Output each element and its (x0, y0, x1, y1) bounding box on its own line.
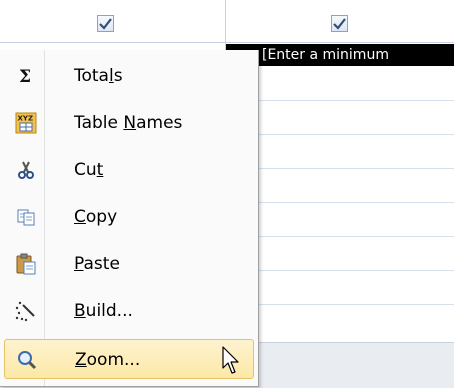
menu-label: uild... (85, 301, 133, 321)
grid-row-line (226, 134, 454, 135)
menu-item-totals[interactable]: Σ Totals (4, 56, 254, 96)
criteria-cell-selected[interactable]: [Enter a minimum (226, 44, 454, 66)
menu-item-table-names[interactable]: XYZ Table Names (4, 103, 254, 143)
grid-row-line (226, 236, 454, 237)
mouse-pointer-icon (222, 346, 239, 374)
show-checkbox-row (0, 0, 454, 43)
menu-item-build[interactable]: Build... (4, 291, 254, 331)
copy-icon (14, 205, 38, 229)
menu-label: s (113, 66, 123, 86)
grid-row-line (226, 304, 454, 305)
menu-item-copy[interactable]: Copy (4, 197, 254, 237)
scissors-icon (14, 158, 38, 182)
menu-accelerator: N (123, 113, 137, 133)
grid-row-line (226, 202, 454, 203)
checkmark-icon (333, 17, 346, 30)
menu-item-cut[interactable]: Cut (4, 150, 254, 190)
menu-label: aste (83, 254, 120, 274)
menu-accelerator: C (74, 207, 86, 227)
table-names-icon: XYZ (14, 111, 38, 135)
menu-accelerator: B (74, 301, 86, 321)
grid-row-line (226, 100, 454, 101)
menu-label: opy (85, 207, 118, 227)
menu-accelerator: Z (75, 350, 87, 370)
menu-item-paste[interactable]: Paste (4, 244, 254, 284)
checkmark-icon (99, 17, 112, 30)
svg-text:Σ: Σ (19, 67, 31, 85)
svg-text:XYZ: XYZ (18, 115, 34, 123)
grid-row-line (226, 168, 454, 169)
context-menu: Σ Totals XYZ Table Names Cut Copy Paste … (0, 50, 259, 387)
menu-label: oom... (86, 350, 141, 370)
menu-accelerator: P (74, 254, 84, 274)
show-checkbox-col2[interactable] (331, 15, 348, 32)
show-checkbox-col1[interactable] (97, 15, 114, 32)
zoom-icon (15, 348, 39, 372)
menu-accelerator: t (96, 160, 104, 180)
grid-row-line (226, 270, 454, 271)
menu-label: Cu (74, 160, 97, 180)
build-wand-icon (14, 299, 38, 323)
menu-label: Table (74, 113, 124, 133)
sigma-icon: Σ (14, 64, 38, 88)
paste-icon (14, 252, 38, 276)
menu-item-zoom[interactable]: Zoom... (4, 339, 254, 379)
menu-label: Tota (74, 66, 109, 86)
menu-label: ames (136, 113, 183, 133)
